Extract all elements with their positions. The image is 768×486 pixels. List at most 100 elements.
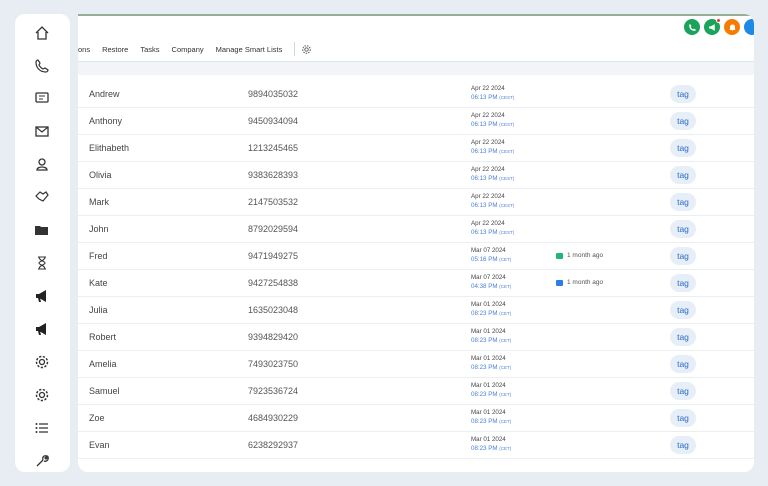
table-row[interactable]: Kate 9427254838 Mar 07 2024 04:38 PM (CET…: [78, 270, 754, 297]
date-text: Mar 01 2024: [471, 382, 506, 389]
contact-name[interactable]: Mark: [89, 197, 109, 207]
table-row[interactable]: Elithabeth 1213245465 Apr 22 2024 06:13 P…: [78, 135, 754, 162]
timezone-text: (CEST): [499, 122, 515, 127]
table-row[interactable]: Anthony 9450934094 Apr 22 2024 06:13 PM (…: [78, 108, 754, 135]
contact-phone[interactable]: 4684930229: [248, 413, 298, 423]
megaphone-icon[interactable]: [33, 320, 51, 338]
handshake-icon[interactable]: [33, 188, 51, 206]
contact-phone[interactable]: 1635023048: [248, 305, 298, 315]
megaphone-icon[interactable]: [33, 287, 51, 305]
contacts-table: Andrew 9894035032 Apr 22 2024 06:13 PM (C…: [78, 81, 754, 459]
contact-phone[interactable]: 9394829420: [248, 332, 298, 342]
toolbar-item-company[interactable]: Company: [172, 45, 204, 54]
hourglass-icon[interactable]: [33, 254, 51, 272]
contact-phone[interactable]: 9450934094: [248, 116, 298, 126]
table-row[interactable]: Evan 6238292937 Mar 01 2024 08:23 PM (CET…: [78, 432, 754, 459]
gear-icon[interactable]: [301, 43, 313, 55]
timezone-text: (CET): [499, 311, 512, 316]
tag-badge[interactable]: tag: [670, 274, 696, 292]
date-text: Mar 01 2024: [471, 328, 506, 335]
tag-badge[interactable]: tag: [670, 166, 696, 184]
contact-phone[interactable]: 7923536724: [248, 386, 298, 396]
contact-phone[interactable]: 8792029594: [248, 224, 298, 234]
phone-icon[interactable]: [684, 19, 700, 35]
table-row[interactable]: Amelia 7493023750 Mar 01 2024 08:23 PM (C…: [78, 351, 754, 378]
contact-phone[interactable]: 7493023750: [248, 359, 298, 369]
contact-name[interactable]: Fred: [89, 251, 108, 261]
date-text: Apr 22 2024: [471, 112, 505, 119]
date-text: Mar 01 2024: [471, 436, 506, 443]
contact-date: Mar 01 2024 08:23 PM (CET): [471, 300, 511, 318]
contact-name[interactable]: John: [89, 224, 109, 234]
contact-date: Apr 22 2024 06:13 PM (CEST): [471, 84, 514, 102]
tag-badge[interactable]: tag: [670, 139, 696, 157]
home-icon[interactable]: [33, 24, 51, 42]
tag-badge[interactable]: tag: [670, 85, 696, 103]
tag-badge[interactable]: tag: [670, 328, 696, 346]
toolbar-item-tasks[interactable]: Tasks: [140, 45, 159, 54]
contact-name[interactable]: Evan: [89, 440, 110, 450]
contact-date: Mar 07 2024 04:38 PM (CET): [471, 273, 511, 291]
contact-phone[interactable]: 9383628393: [248, 170, 298, 180]
table-row[interactable]: Olivia 9383628393 Apr 22 2024 06:13 PM (C…: [78, 162, 754, 189]
timezone-text: (CET): [499, 365, 512, 370]
mail-icon: [556, 279, 563, 286]
contact-name[interactable]: Zoe: [89, 413, 105, 423]
phone-icon[interactable]: [33, 57, 51, 75]
table-row[interactable]: Fred 9471949275 Mar 07 2024 05:16 PM (CET…: [78, 243, 754, 270]
megaphone-icon[interactable]: [704, 18, 721, 35]
profile-icon[interactable]: [744, 19, 754, 35]
table-row[interactable]: Zoe 4684930229 Mar 01 2024 08:23 PM (CET)…: [78, 405, 754, 432]
contact-name[interactable]: Robert: [89, 332, 116, 342]
contact-name[interactable]: Andrew: [89, 89, 120, 99]
time-text: 08:23 PM: [471, 418, 498, 425]
contact-name[interactable]: Anthony: [89, 116, 122, 126]
tag-badge[interactable]: tag: [670, 193, 696, 211]
toolbar-item-manage-smart-lists[interactable]: Manage Smart Lists: [216, 45, 283, 54]
contact-name[interactable]: Kate: [89, 278, 108, 288]
timezone-text: (CEST): [499, 176, 515, 181]
table-row[interactable]: Mark 2147503532 Apr 22 2024 06:13 PM (CES…: [78, 189, 754, 216]
contact-phone[interactable]: 6238292937: [248, 440, 298, 450]
table-row[interactable]: Samuel 7923536724 Mar 01 2024 08:23 PM (C…: [78, 378, 754, 405]
bell-icon[interactable]: [724, 19, 740, 35]
date-text: Mar 07 2024: [471, 274, 506, 281]
contact-phone[interactable]: 9471949275: [248, 251, 298, 261]
toolbar-item-options[interactable]: ons: [78, 45, 90, 54]
gear-icon[interactable]: [33, 353, 51, 371]
tag-badge[interactable]: tag: [670, 301, 696, 319]
table-row[interactable]: Andrew 9894035032 Apr 22 2024 06:13 PM (C…: [78, 81, 754, 108]
table-row[interactable]: Robert 9394829420 Mar 01 2024 08:23 PM (C…: [78, 324, 754, 351]
contact-name[interactable]: Samuel: [89, 386, 120, 396]
contact-name[interactable]: Olivia: [89, 170, 112, 180]
toolbar-item-restore[interactable]: Restore: [102, 45, 128, 54]
folder-icon[interactable]: [33, 221, 51, 239]
chat-icon[interactable]: [33, 89, 51, 107]
tag-badge[interactable]: tag: [670, 220, 696, 238]
contact-name[interactable]: Elithabeth: [89, 143, 129, 153]
table-row[interactable]: John 8792029594 Apr 22 2024 06:13 PM (CES…: [78, 216, 754, 243]
tag-badge[interactable]: tag: [670, 355, 696, 373]
tag-badge[interactable]: tag: [670, 247, 696, 265]
tag-badge[interactable]: tag: [670, 112, 696, 130]
mail-icon[interactable]: [33, 122, 51, 140]
tag-badge[interactable]: tag: [670, 382, 696, 400]
wrench-icon[interactable]: [33, 452, 51, 470]
contact-name[interactable]: Julia: [89, 305, 108, 315]
list-icon[interactable]: [33, 419, 51, 437]
user-icon[interactable]: [33, 155, 51, 173]
date-text: Apr 22 2024: [471, 193, 505, 200]
tag-badge[interactable]: tag: [670, 409, 696, 427]
contact-phone[interactable]: 9894035032: [248, 89, 298, 99]
tag-badge[interactable]: tag: [670, 436, 696, 454]
date-text: Apr 22 2024: [471, 85, 505, 92]
contact-phone[interactable]: 2147503532: [248, 197, 298, 207]
gear-icon[interactable]: [33, 386, 51, 404]
contact-phone[interactable]: 9427254838: [248, 278, 298, 288]
timezone-text: (CEST): [499, 203, 515, 208]
contact-date: Mar 07 2024 05:16 PM (CET): [471, 246, 511, 264]
contact-name[interactable]: Amelia: [89, 359, 117, 369]
contact-phone[interactable]: 1213245465: [248, 143, 298, 153]
table-row[interactable]: Julia 1635023048 Mar 01 2024 08:23 PM (CE…: [78, 297, 754, 324]
app-frame: ons Restore Tasks Company Manage Smart L…: [0, 0, 768, 486]
